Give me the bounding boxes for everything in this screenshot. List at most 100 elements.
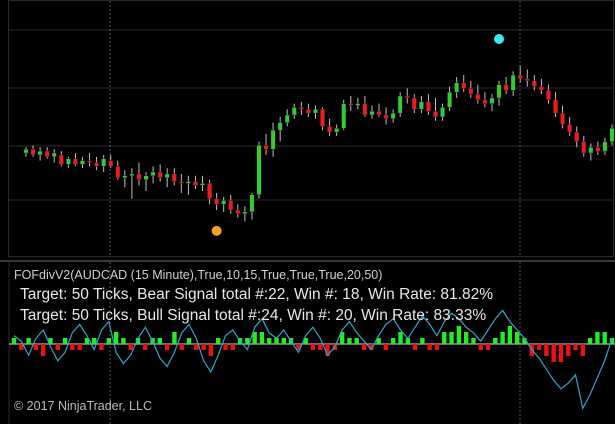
oscillator-line <box>13 309 613 411</box>
up-candle <box>143 175 149 180</box>
down-candle <box>426 101 431 112</box>
down-candle <box>115 166 121 178</box>
price-chart[interactable] <box>0 0 615 262</box>
down-candle <box>383 114 389 119</box>
up-candle <box>221 200 227 205</box>
down-candle <box>433 110 438 118</box>
up-candle <box>23 148 29 154</box>
bull-histogram-bar <box>26 338 31 344</box>
bear-histogram-bar <box>361 344 367 350</box>
bear-histogram-bar <box>558 344 564 362</box>
indicator-panel[interactable]: FOFdivV2(AUDCAD (15 Minute),True,10,15,T… <box>0 262 615 424</box>
bear-histogram-bar <box>77 344 82 350</box>
bear-signal-dot <box>494 34 505 44</box>
bull-histogram-bar <box>398 332 403 344</box>
bear-histogram-bar <box>201 344 206 350</box>
bull-histogram-bar <box>449 332 454 344</box>
indicator-title: FOFdivV2(AUDCAD (15 Minute),True,10,15,T… <box>14 268 383 282</box>
down-candle <box>362 103 368 116</box>
down-candle <box>461 82 467 89</box>
up-candle <box>291 107 297 116</box>
down-candle <box>539 86 544 91</box>
up-candle <box>101 158 107 167</box>
bull-histogram-bar <box>507 326 513 344</box>
bear-histogram-bar <box>580 344 586 356</box>
down-candle <box>503 84 509 91</box>
up-candle <box>496 84 502 99</box>
down-candle <box>517 74 523 80</box>
bull-signal-stats: Target: 50 Ticks, Bull Signal total #:24… <box>20 307 487 324</box>
bull-histogram-bar <box>391 338 396 344</box>
down-candle <box>207 183 212 199</box>
down-candle <box>193 181 198 186</box>
bear-histogram-bar <box>544 344 549 356</box>
up-candle <box>369 110 375 116</box>
bull-histogram-bar <box>463 332 469 344</box>
bull-histogram-bar <box>493 338 498 344</box>
down-candle <box>560 112 565 125</box>
down-candle <box>44 150 50 158</box>
up-candle <box>150 171 156 176</box>
up-candle <box>602 141 608 152</box>
price-frame <box>8 0 614 257</box>
bull-histogram-bar <box>500 332 505 344</box>
bull-histogram-bar <box>113 332 119 344</box>
bull-histogram-bar <box>354 338 359 344</box>
bear-histogram-bar <box>551 344 556 362</box>
down-candle <box>574 131 580 142</box>
down-candle <box>263 145 269 150</box>
up-candle <box>390 112 396 119</box>
up-candle <box>588 147 594 154</box>
down-candle <box>581 141 587 154</box>
up-candle <box>37 150 43 156</box>
down-candle <box>228 200 234 211</box>
down-candle <box>524 78 530 82</box>
up-candle <box>249 194 255 213</box>
bull-histogram-bar <box>587 338 593 344</box>
up-candle <box>129 173 135 176</box>
down-candle <box>468 88 474 95</box>
down-candle <box>73 158 78 165</box>
up-candle <box>418 101 424 110</box>
bear-histogram-bar <box>33 344 39 350</box>
chart-window: FOFdivV2(AUDCAD (15 Minute),True,10,15,T… <box>0 0 615 424</box>
up-candle <box>256 145 262 195</box>
bear-histogram-bar <box>70 344 75 350</box>
bear-histogram-bar <box>179 344 184 350</box>
bear-histogram-bar <box>128 344 133 350</box>
bull-histogram-bar <box>62 338 68 344</box>
up-candle <box>609 128 615 142</box>
bull-histogram-bar <box>92 338 97 344</box>
up-candle <box>489 97 495 104</box>
down-candle <box>376 110 382 116</box>
down-candle <box>546 90 551 101</box>
up-candle <box>51 152 57 157</box>
bear-histogram-bar <box>318 344 323 350</box>
up-candle <box>65 158 71 165</box>
bear-histogram-bar <box>536 344 542 350</box>
down-candle <box>306 109 311 114</box>
down-candle <box>171 173 177 182</box>
price-panel[interactable] <box>0 0 615 262</box>
up-candle <box>185 181 191 184</box>
bear-histogram-bar <box>208 344 214 356</box>
up-candle <box>122 175 128 178</box>
down-candle <box>531 80 537 87</box>
bull-histogram-bar <box>515 332 520 344</box>
bear-histogram-bar <box>55 344 60 350</box>
down-candle <box>94 162 99 167</box>
bear-signal-stats: Target: 50 Ticks, Bear Signal total #:22… <box>20 286 493 303</box>
up-candle <box>341 103 347 129</box>
bear-histogram-bar <box>478 344 483 350</box>
bear-histogram-bar <box>310 344 316 350</box>
bull-histogram-bar <box>106 338 111 344</box>
bull-histogram-bar <box>471 338 476 344</box>
up-candle <box>277 122 283 131</box>
up-candle <box>440 107 445 118</box>
down-candle <box>235 209 241 214</box>
bull-histogram-bar <box>216 338 221 344</box>
bear-histogram-bar <box>230 344 235 350</box>
bull-histogram-bar <box>420 338 425 344</box>
up-candle <box>80 160 85 165</box>
bear-histogram-bar <box>434 344 440 350</box>
